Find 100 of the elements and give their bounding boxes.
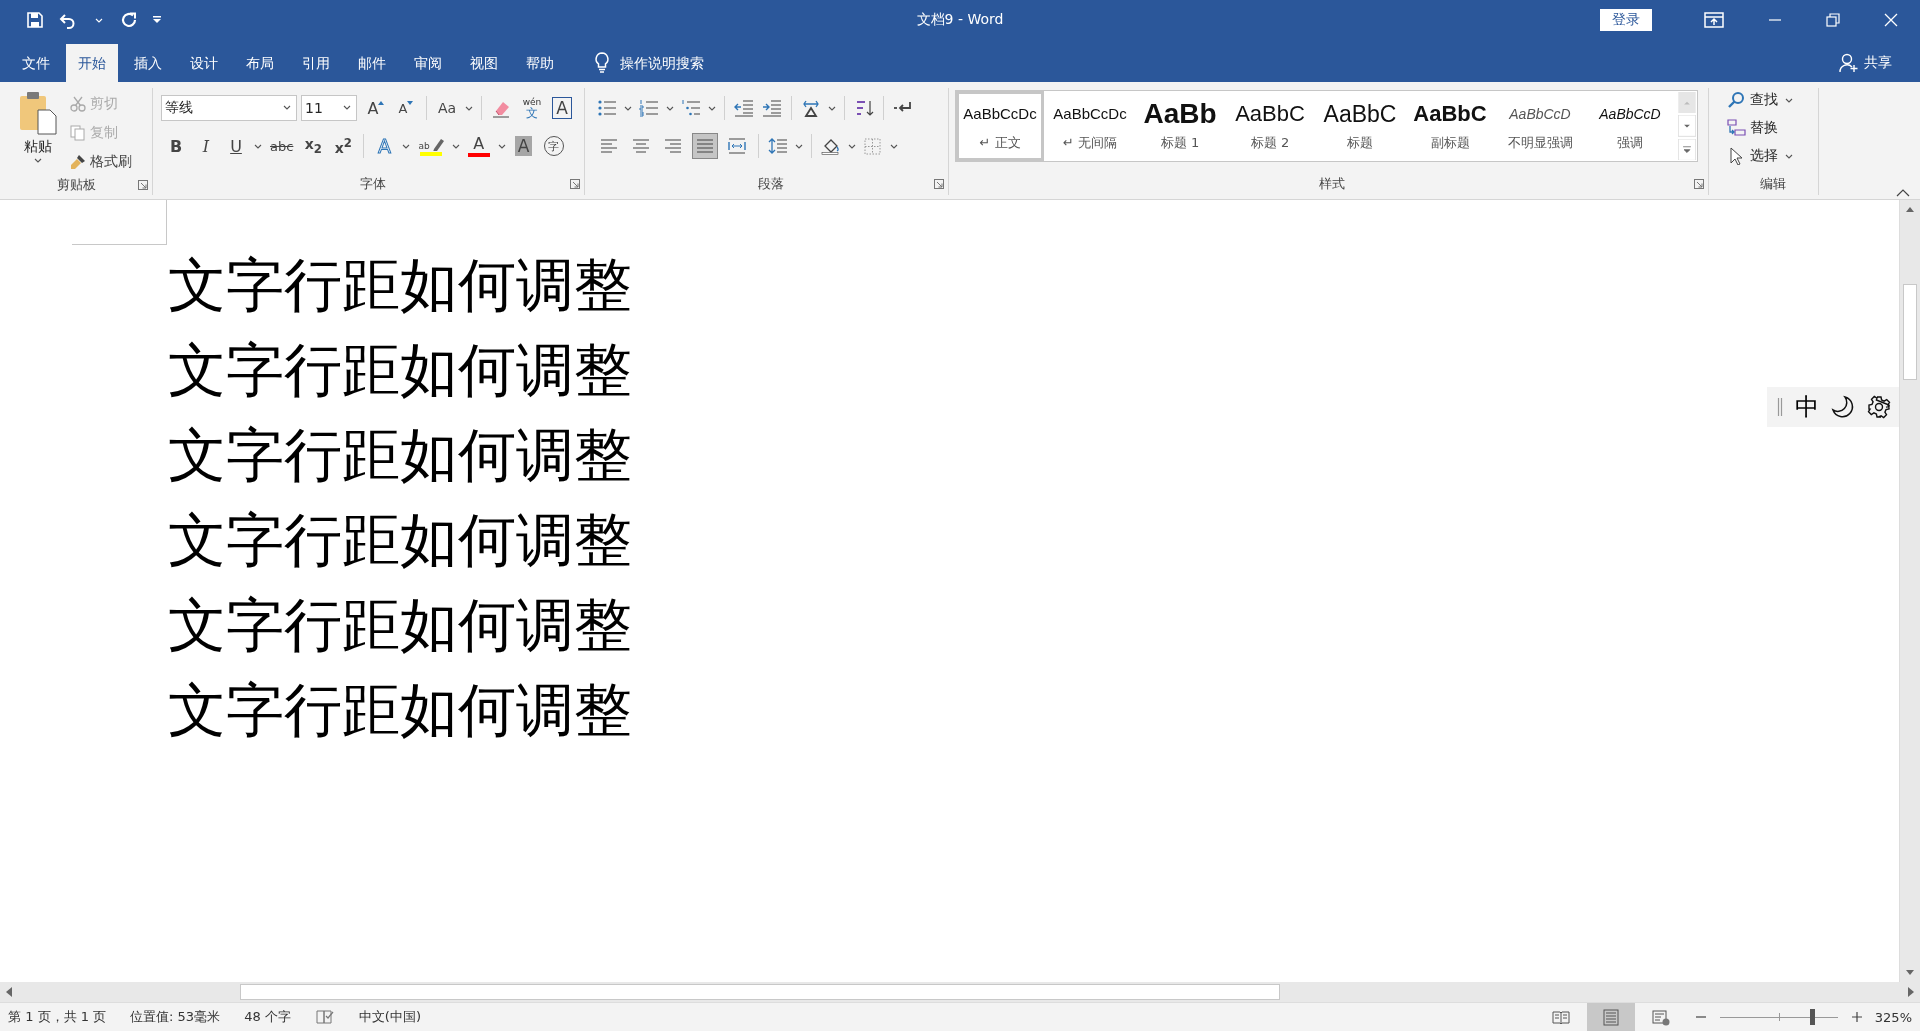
phonetic-guide-button[interactable]: wén 文 xyxy=(519,95,545,121)
ribbon-tab[interactable]: 设计 xyxy=(178,44,230,82)
sort-icon[interactable] xyxy=(854,99,874,117)
window-title: 文档9 - Word xyxy=(916,11,1004,29)
tell-me-search-field[interactable]: 操作说明搜索 xyxy=(620,44,780,82)
asian-layout-icon[interactable] xyxy=(801,99,821,117)
print-layout-icon xyxy=(1601,1008,1620,1026)
moon-icon[interactable] xyxy=(1831,395,1855,419)
settings-icon[interactable] xyxy=(1867,395,1891,419)
character-border-button[interactable]: A xyxy=(549,95,575,121)
body-text-line: 文字行距如何调整 xyxy=(168,421,632,489)
paste-button[interactable]: 粘贴 xyxy=(16,90,60,174)
ribbon-tab[interactable]: 视图 xyxy=(458,44,510,82)
group-label: 编辑 xyxy=(1759,175,1786,193)
style-tile[interactable]: AaBbC 标题 2 xyxy=(1226,91,1314,161)
decrease-indent-icon[interactable] xyxy=(734,99,754,117)
ribbon-tab[interactable]: 帮助 xyxy=(514,44,566,82)
change-case-button[interactable]: Aa xyxy=(434,95,460,121)
grip-icon[interactable] xyxy=(1777,397,1783,417)
shrink-font-button[interactable]: A xyxy=(393,95,419,121)
sign-in-button[interactable]: 登录 xyxy=(1600,9,1652,31)
group-label: 段落 xyxy=(757,175,784,193)
ribbon-tab[interactable]: 审阅 xyxy=(402,44,454,82)
ribbon-tab[interactable]: 插入 xyxy=(122,44,174,82)
font-size-field[interactable]: 11 xyxy=(301,95,357,121)
font-name-field[interactable]: 等线 xyxy=(161,95,297,121)
triangle-up-icon xyxy=(378,101,385,105)
save-icon[interactable] xyxy=(26,11,44,29)
scrollbar-thumb[interactable] xyxy=(1903,284,1917,380)
format-painter-button[interactable]: 格式刷 xyxy=(70,150,132,174)
select-button[interactable]: 选择 xyxy=(1727,144,1818,168)
bold-button[interactable]: B xyxy=(163,133,189,159)
scrollbar-thumb[interactable] xyxy=(240,984,1280,1000)
more-styles-icon[interactable] xyxy=(1678,138,1696,160)
subscript-button[interactable]: x$_{2}$ xyxy=(300,133,327,159)
language[interactable]: 中文(中国) xyxy=(358,1008,421,1026)
dialog-launcher-icon[interactable] xyxy=(934,179,944,189)
proofing-book-icon[interactable] xyxy=(314,1008,335,1026)
dialog-launcher-icon[interactable] xyxy=(570,179,580,189)
strikethrough-button[interactable]: abc xyxy=(267,133,297,159)
borders-icon[interactable] xyxy=(863,137,883,155)
customize-toolbar-icon[interactable] xyxy=(152,16,162,24)
ribbon-tab[interactable]: 邮件 xyxy=(346,44,398,82)
replace-icon xyxy=(1727,119,1746,137)
zoom-level[interactable]: 325% xyxy=(1874,1009,1912,1025)
style-tile[interactable]: AaBbCcD 不明显强调 xyxy=(1496,91,1584,161)
style-tile[interactable]: AaBbC 副标题 xyxy=(1406,91,1494,161)
ribbon-tab[interactable]: 引用 xyxy=(290,44,342,82)
ribbon-tab[interactable]: 布局 xyxy=(234,44,286,82)
body-text-line: 文字行距如何调整 xyxy=(168,506,632,574)
body-text-line: 文字行距如何调整 xyxy=(168,676,632,744)
body-text-line: 文字行距如何调整 xyxy=(168,336,632,404)
copy-icon xyxy=(70,125,86,141)
replace-button[interactable]: 替换 xyxy=(1727,116,1818,140)
paint-bucket-icon[interactable] xyxy=(821,137,841,155)
scissors-icon xyxy=(70,96,86,112)
highlight-button[interactable]: ab xyxy=(415,133,447,159)
group-label: 剪贴板 xyxy=(56,175,96,194)
web-layout-icon xyxy=(1651,1008,1670,1026)
style-tile[interactable]: AaBbC 标题 xyxy=(1316,91,1404,161)
dialog-launcher-icon[interactable] xyxy=(138,179,148,190)
style-tile[interactable]: AaBbCcD 强调 xyxy=(1586,91,1674,161)
body-text-line: 文字行距如何调整 xyxy=(168,591,632,659)
group-label: 样式 xyxy=(1318,175,1345,193)
zoom-in-icon[interactable] xyxy=(1850,1011,1863,1023)
collapse-ribbon-icon[interactable] xyxy=(1896,189,1910,197)
line-spacing-icon[interactable] xyxy=(768,137,788,155)
find-button[interactable]: 查找 xyxy=(1727,88,1818,112)
page-count[interactable]: 第 1 页，共 1 页 xyxy=(8,1008,107,1026)
ribbon-tab[interactable]: 文件 xyxy=(10,44,62,82)
clipboard-icon xyxy=(18,90,58,136)
style-tile[interactable]: AaBb 标题 1 xyxy=(1136,91,1224,161)
paintbrush-icon xyxy=(70,154,86,170)
dialog-launcher-icon[interactable] xyxy=(1694,179,1704,189)
underline-button[interactable]: U xyxy=(223,133,249,159)
body-text-line: 文字行距如何调整 xyxy=(168,251,632,319)
share-button[interactable]: 共享 xyxy=(1839,44,1920,82)
style-tile[interactable]: AaBbCcDc ↵ 正文 xyxy=(956,91,1044,161)
redo-icon[interactable] xyxy=(120,11,138,29)
person-add-icon xyxy=(1839,53,1859,73)
group-label: 字体 xyxy=(359,175,386,193)
style-tile[interactable]: AaBbCcDc ↵ 无间隔 xyxy=(1046,91,1134,161)
read-mode-icon xyxy=(1551,1008,1570,1026)
italic-button[interactable]: I xyxy=(193,133,219,159)
font-color-button[interactable]: A xyxy=(464,133,493,159)
search-icon xyxy=(1727,91,1746,109)
slider-thumb[interactable] xyxy=(1810,1009,1816,1025)
input-mode-button[interactable]: 中 xyxy=(1795,393,1819,421)
grow-font-button[interactable]: A xyxy=(363,95,389,121)
word-count[interactable]: 48 个字 xyxy=(244,1008,291,1026)
lightbulb-icon xyxy=(594,51,610,73)
cursor-position[interactable]: 位置值: 53毫米 xyxy=(130,1008,221,1026)
bullets-icon[interactable] xyxy=(597,99,617,117)
numbered-list-icon[interactable] xyxy=(639,99,659,117)
ribbon-tab[interactable]: 开始 xyxy=(66,44,118,82)
triangle-down-icon xyxy=(407,101,414,105)
superscript-button[interactable]: x$^{2}$ xyxy=(330,133,357,159)
increase-indent-icon[interactable] xyxy=(762,99,782,117)
print-view-button[interactable] xyxy=(1586,1003,1635,1031)
multilevel-list-icon[interactable] xyxy=(681,99,701,117)
